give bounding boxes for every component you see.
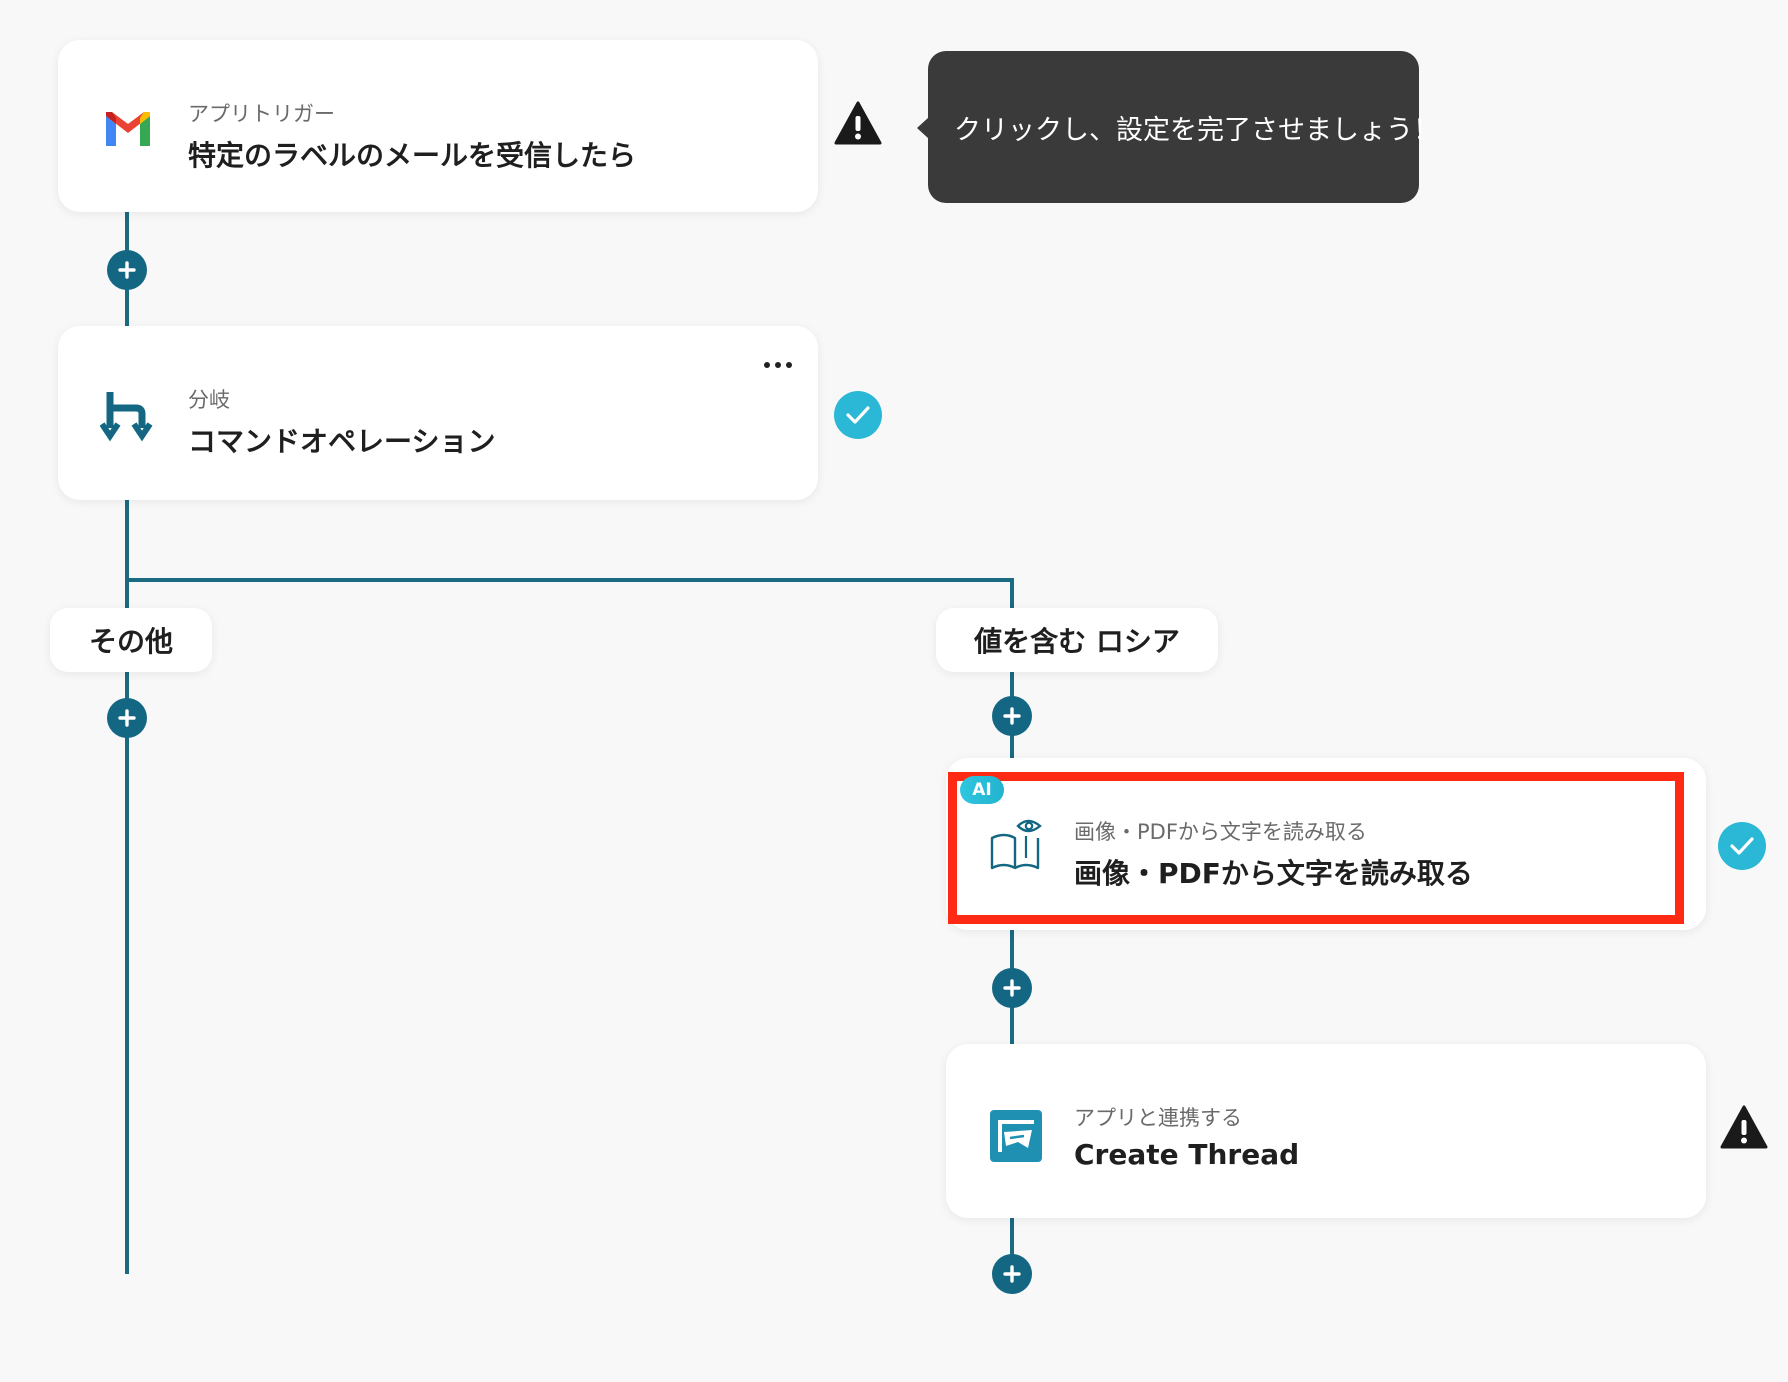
warning-icon[interactable] xyxy=(1720,1104,1768,1152)
step-subtitle: アプリトリガー xyxy=(188,102,335,126)
step-title: コマンドオペレーション xyxy=(188,425,496,458)
ai-badge: AI xyxy=(960,776,1004,804)
step-subtitle: 分岐 xyxy=(188,388,230,412)
step-title: Create Thread xyxy=(1074,1138,1300,1171)
add-step-button[interactable] xyxy=(992,696,1032,736)
add-step-button[interactable] xyxy=(107,250,147,290)
plus-icon xyxy=(118,261,136,279)
ocr-book-icon xyxy=(988,816,1044,872)
thread-app-icon xyxy=(988,1108,1044,1164)
connector-branch-to-split xyxy=(125,500,129,582)
branch-label-text: その他 xyxy=(88,625,173,658)
plus-icon xyxy=(1003,979,1021,997)
step-subtitle: 画像・PDFから文字を読み取る xyxy=(1074,820,1367,844)
setup-tooltip: クリックし、設定を完了させましょう！ xyxy=(917,51,1440,203)
gmail-icon xyxy=(100,100,156,156)
more-options-icon[interactable] xyxy=(762,354,794,376)
step-title: 特定のラベルのメールを受信したら xyxy=(188,139,637,172)
tooltip-text: クリックし、設定を完了させましょう！ xyxy=(954,114,1440,146)
step-card-branch[interactable]: 分岐 コマンドオペレーション xyxy=(58,326,818,500)
step-card-gmail-trigger[interactable]: アプリトリガー 特定のラベルのメールを受信したら xyxy=(58,40,818,212)
branch-label-contains-value[interactable]: 値を含む ロシア xyxy=(936,608,1218,672)
branch-label-other[interactable]: その他 xyxy=(50,608,212,672)
branch-label-text: 値を含む ロシア xyxy=(974,625,1180,658)
plus-icon xyxy=(118,709,136,727)
plus-icon xyxy=(1003,707,1021,725)
step-card-create-thread[interactable]: アプリと連携する Create Thread xyxy=(946,1044,1706,1218)
step-subtitle: アプリと連携する xyxy=(1074,1106,1242,1130)
connector-split-horizontal xyxy=(125,578,1014,582)
plus-icon xyxy=(1003,1265,1021,1283)
step-card-ocr[interactable]: 画像・PDFから文字を読み取る 画像・PDFから文字を読み取る xyxy=(946,758,1706,930)
check-icon xyxy=(1718,822,1766,870)
add-step-button[interactable] xyxy=(992,968,1032,1008)
branch-icon xyxy=(99,388,156,444)
add-step-button[interactable] xyxy=(107,698,147,738)
step-title: 画像・PDFから文字を読み取る xyxy=(1074,857,1473,890)
connector-left-branch xyxy=(125,582,129,1274)
warning-icon[interactable] xyxy=(834,100,882,148)
add-step-button[interactable] xyxy=(992,1254,1032,1294)
connector-split-right-corner xyxy=(1010,578,1014,608)
check-icon xyxy=(834,391,882,439)
